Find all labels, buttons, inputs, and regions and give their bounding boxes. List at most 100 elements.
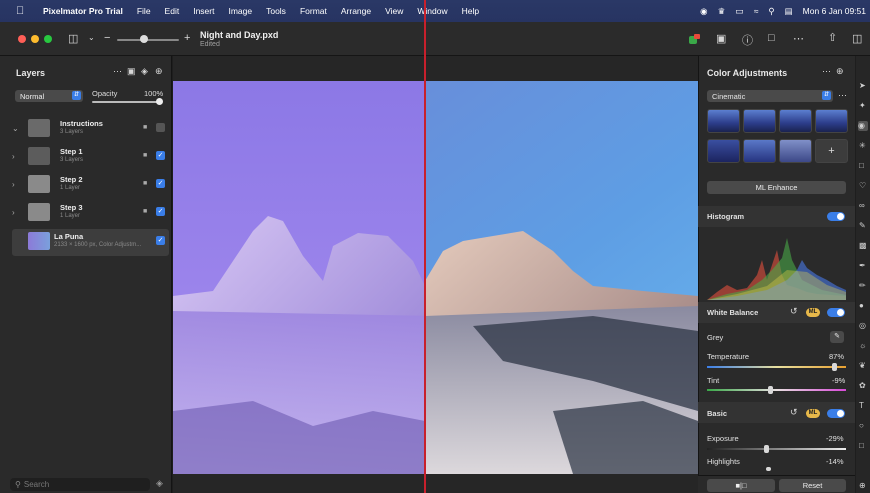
- preset-thumbnail[interactable]: [779, 109, 812, 133]
- opacity-value[interactable]: 100%: [144, 89, 163, 98]
- tint-value[interactable]: -9%: [832, 376, 845, 385]
- fill-tool-icon[interactable]: ▩: [859, 241, 867, 250]
- inspector-toggle-icon[interactable]: ◫: [852, 32, 862, 45]
- pen-tool-icon[interactable]: ❦: [859, 361, 866, 370]
- share-icon[interactable]: ⇧: [828, 31, 837, 44]
- layer-options-icon[interactable]: ⋯: [113, 66, 122, 77]
- color-adjust-tool-icon[interactable]: [689, 34, 701, 45]
- zoom-in-icon[interactable]: +: [184, 32, 190, 44]
- white-balance-toggle[interactable]: [827, 308, 845, 317]
- select-tool-icon[interactable]: □: [859, 161, 864, 170]
- crop-tool-icon[interactable]: □: [859, 441, 864, 450]
- style-tool-icon[interactable]: ✦: [859, 101, 866, 110]
- layer-row[interactable]: › Step 1 3 Layers ■ ✓: [10, 144, 170, 171]
- preset-thumbnail[interactable]: [743, 109, 776, 133]
- menu-window[interactable]: Window: [410, 6, 454, 16]
- menu-edit[interactable]: Edit: [158, 6, 187, 16]
- text-tool-icon[interactable]: T: [859, 401, 864, 410]
- exposure-slider[interactable]: [707, 448, 846, 450]
- control-center-icon[interactable]: ▤: [785, 6, 793, 17]
- chevron-down-icon[interactable]: ⌄: [12, 124, 19, 133]
- layer-row[interactable]: ⌄ Instructions 3 Layers ■: [10, 116, 170, 143]
- crop-icon[interactable]: □: [768, 32, 775, 44]
- adjustment-options-icon[interactable]: ⋯: [822, 66, 831, 77]
- exposure-value[interactable]: -29%: [826, 434, 844, 443]
- tint-slider[interactable]: [707, 389, 846, 391]
- opacity-slider[interactable]: [92, 101, 160, 103]
- menu-app-name[interactable]: Pixelmator Pro Trial: [36, 6, 130, 16]
- menu-tools[interactable]: Tools: [259, 6, 293, 16]
- reset-button[interactable]: Reset: [779, 479, 846, 492]
- add-preset-button[interactable]: +: [815, 139, 848, 163]
- info-icon[interactable]: ⓘ: [742, 32, 753, 48]
- status-circle-icon[interactable]: ◉: [700, 6, 707, 17]
- menu-image[interactable]: Image: [221, 6, 259, 16]
- menu-help[interactable]: Help: [455, 6, 486, 16]
- zoom-slider[interactable]: [117, 39, 179, 41]
- temperature-slider[interactable]: [707, 366, 846, 368]
- paint-tool-icon[interactable]: ✎: [859, 221, 866, 230]
- photo-browser-icon[interactable]: ▣: [716, 32, 726, 45]
- zoom-out-icon[interactable]: −: [104, 32, 110, 44]
- menu-format[interactable]: Format: [293, 6, 334, 16]
- color-adjust-tool-icon[interactable]: ◉: [858, 121, 868, 131]
- ml-badge[interactable]: ML: [806, 409, 820, 418]
- histogram-toggle[interactable]: [827, 212, 845, 221]
- preset-thumbnail[interactable]: [779, 139, 812, 163]
- lock-icon[interactable]: ■: [143, 180, 147, 187]
- blur-tool-icon[interactable]: ◎: [859, 321, 866, 330]
- preset-thumbnail[interactable]: [743, 139, 776, 163]
- layer-visibility-checkbox[interactable]: ✓: [156, 179, 165, 188]
- layer-row-selected[interactable]: La Puna 2133 × 1600 px, Color Adjustm...…: [12, 229, 169, 256]
- retouch-tool-icon[interactable]: ●: [859, 301, 864, 310]
- layer-row[interactable]: › Step 2 1 Layer ■ ✓: [10, 172, 170, 199]
- layer-row[interactable]: › Step 3 1 Layer ■ ✓: [10, 200, 170, 227]
- eyedropper-icon[interactable]: ✎: [830, 331, 844, 343]
- search-icon[interactable]: ⚲: [768, 6, 774, 17]
- preset-thumbnail[interactable]: [815, 109, 848, 133]
- zoom-window-button[interactable]: [44, 35, 52, 43]
- apple-icon[interactable]: : [16, 5, 28, 17]
- lock-icon[interactable]: ■: [143, 124, 147, 131]
- layer-visibility-checkbox[interactable]: ✓: [156, 236, 165, 245]
- temperature-slider-knob[interactable]: [832, 363, 837, 371]
- wifi-icon[interactable]: ≈: [754, 6, 759, 16]
- search-field[interactable]: ⚲ Search: [10, 478, 150, 491]
- close-window-button[interactable]: [18, 35, 26, 43]
- exposure-slider-knob[interactable]: [764, 445, 769, 453]
- layer-stack-icon[interactable]: ◈: [141, 66, 148, 77]
- basic-toggle[interactable]: [827, 409, 845, 418]
- sidebar-toggle-icon[interactable]: ◫: [68, 32, 78, 45]
- layer-visibility-checkbox[interactable]: [156, 123, 165, 132]
- pencil-tool-icon[interactable]: ✏: [859, 281, 866, 290]
- lock-icon[interactable]: ■: [143, 208, 147, 215]
- temperature-value[interactable]: 87%: [829, 352, 844, 361]
- minimize-window-button[interactable]: [31, 35, 39, 43]
- menubar-clock[interactable]: Mon 6 Jan 09:51: [803, 6, 866, 16]
- preset-thumbnail[interactable]: [707, 109, 740, 133]
- highlights-value[interactable]: -14%: [826, 457, 844, 466]
- shapes-tool-icon[interactable]: ✿: [859, 381, 866, 390]
- menu-insert[interactable]: Insert: [186, 6, 221, 16]
- chevron-right-icon[interactable]: ›: [12, 152, 15, 161]
- reset-arrow-icon[interactable]: ↺: [790, 306, 798, 317]
- heart-tool-icon[interactable]: ♡: [859, 181, 866, 190]
- tint-slider-knob[interactable]: [768, 386, 773, 394]
- compare-toggle-button[interactable]: ■|□: [707, 479, 775, 492]
- battery-icon[interactable]: ▭: [735, 6, 744, 17]
- shape-tool-icon[interactable]: ○: [859, 421, 864, 430]
- highlights-slider-knob[interactable]: [766, 467, 771, 471]
- photo-canvas[interactable]: [173, 81, 698, 474]
- blend-mode-select[interactable]: Normal ⇵: [15, 90, 83, 102]
- ml-badge[interactable]: ML: [806, 308, 820, 317]
- menu-arrange[interactable]: Arrange: [334, 6, 378, 16]
- chevron-down-icon[interactable]: ⌄: [88, 33, 95, 42]
- mask-icon[interactable]: ▣: [127, 66, 136, 77]
- reset-arrow-icon[interactable]: ↺: [790, 407, 798, 418]
- document-title[interactable]: Night and Day.pxd: [200, 30, 278, 40]
- more-tools-icon[interactable]: ⊕: [859, 481, 866, 490]
- filter-icon[interactable]: ◈: [156, 478, 163, 489]
- opacity-slider-knob[interactable]: [156, 98, 163, 105]
- ml-enhance-button[interactable]: ML Enhance: [707, 181, 846, 194]
- menu-view[interactable]: View: [378, 6, 410, 16]
